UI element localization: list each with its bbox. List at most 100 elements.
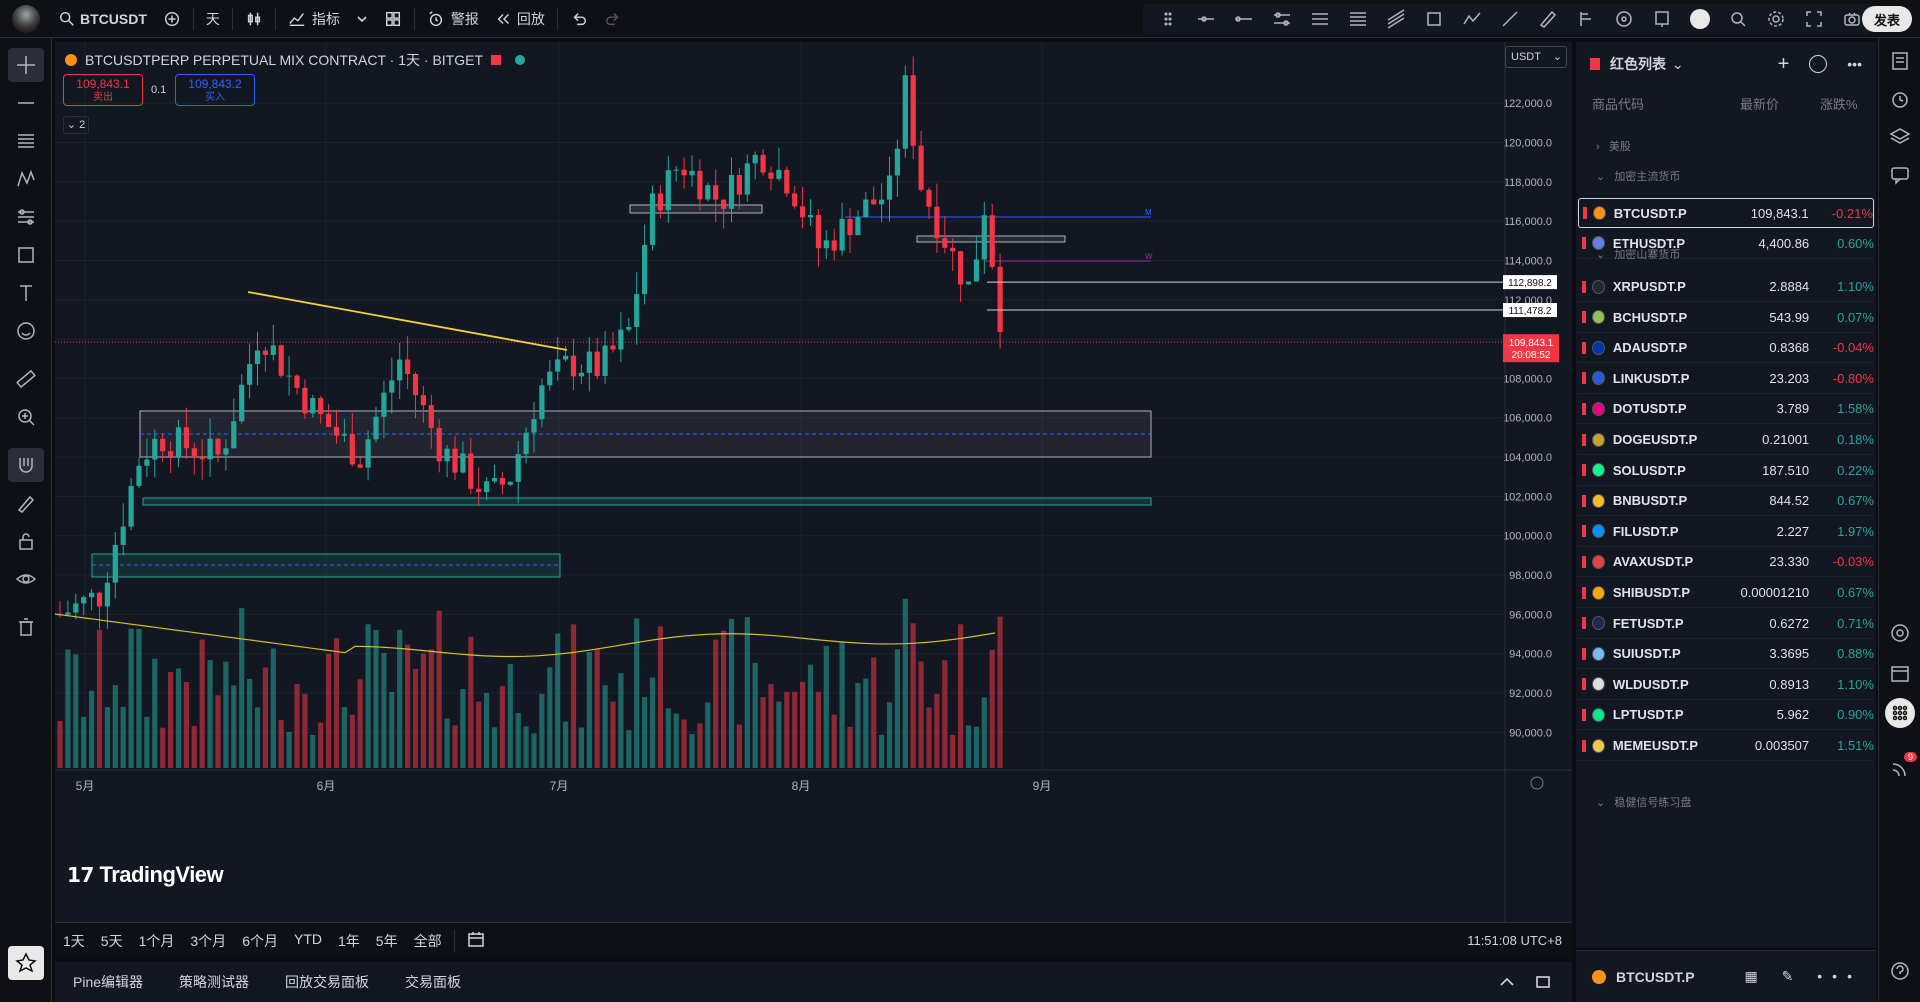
horizontal-ray-tool[interactable] xyxy=(1187,4,1225,34)
settings-button[interactable] xyxy=(1757,4,1795,34)
price-label-tool[interactable] xyxy=(1643,4,1681,34)
list-item[interactable]: SHIBUSDT.P 0.00001210 0.67% xyxy=(1578,578,1874,608)
range-0[interactable]: 1天 xyxy=(55,931,93,951)
layers-toggle[interactable] xyxy=(1885,122,1915,152)
text-tool[interactable] xyxy=(8,276,44,310)
eye-target-tool[interactable] xyxy=(1605,4,1643,34)
brush-tool[interactable] xyxy=(1529,4,1567,34)
remove-tool[interactable] xyxy=(8,610,44,644)
group-stocks[interactable]: › 美股 xyxy=(1596,138,1631,154)
chart-canvas[interactable]: 122,000.0 120,000.0 118,000.0 116,000.0 114,… xyxy=(55,42,1572,922)
list-item[interactable]: BCHUSDT.P 543.99 0.07% xyxy=(1578,303,1874,333)
chevron-up-icon[interactable] xyxy=(1498,973,1516,991)
range-8[interactable]: 全部 xyxy=(406,931,450,951)
flag-icon[interactable] xyxy=(1582,525,1586,538)
favorites-button[interactable] xyxy=(8,946,44,980)
path-tool[interactable] xyxy=(1453,4,1491,34)
alerts-toggle[interactable] xyxy=(1885,84,1915,114)
range-1[interactable]: 5天 xyxy=(93,931,131,951)
flag-icon[interactable] xyxy=(1582,555,1586,568)
col-last[interactable]: 最新价 xyxy=(1740,94,1779,113)
more-icon[interactable]: ••• xyxy=(1847,56,1862,72)
list-item[interactable]: ADAUSDT.P 0.8368 -0.04% xyxy=(1578,333,1874,364)
symbol-search-button[interactable]: BTCUSDT xyxy=(50,4,155,34)
list-item[interactable]: DOTUSDT.P 3.789 1.58% xyxy=(1578,394,1874,425)
flag-icon[interactable] xyxy=(1582,647,1586,660)
apps-toggle[interactable] xyxy=(1885,698,1915,728)
list-item[interactable]: DOGEUSDT.P 0.21001 0.18% xyxy=(1578,425,1874,455)
zoom-tool[interactable] xyxy=(1719,4,1757,34)
tab-strategy-tester[interactable]: 策略测试器 xyxy=(161,972,267,992)
flag-icon[interactable] xyxy=(1582,433,1586,446)
fib-channel-tool[interactable] xyxy=(1377,4,1415,34)
flag-icon[interactable] xyxy=(1582,341,1586,354)
stay-drawing-tool[interactable] xyxy=(8,486,44,520)
maximize-icon[interactable] xyxy=(1534,973,1552,991)
chat-toggle[interactable] xyxy=(1885,160,1915,190)
flag-icon[interactable] xyxy=(1582,237,1586,250)
icon-tool[interactable] xyxy=(8,314,44,348)
line-tool[interactable] xyxy=(8,86,44,120)
fib-tool[interactable] xyxy=(1339,4,1377,34)
notifications-toggle[interactable]: 9 xyxy=(1885,752,1917,784)
list-item[interactable]: XRPUSDT.P 2.8884 1.10% xyxy=(1578,272,1874,302)
list-item[interactable]: WLDUSDT.P 0.8913 1.10% xyxy=(1578,670,1874,700)
list-item[interactable]: FILUSDT.P 2.227 1.97% xyxy=(1578,517,1874,547)
forecast-tool[interactable] xyxy=(8,200,44,234)
flag-icon[interactable] xyxy=(1582,678,1586,691)
alert-button[interactable]: 警报 xyxy=(419,4,487,34)
list-item[interactable]: SOLUSDT.P 187.510 0.22% xyxy=(1578,456,1874,486)
col-change[interactable]: 涨跌% xyxy=(1820,94,1858,113)
flag-icon[interactable] xyxy=(1582,280,1586,293)
list-item[interactable]: SUIUSDT.P 3.3695 0.88% xyxy=(1578,639,1874,670)
hide-tool[interactable] xyxy=(8,562,44,596)
flag-icon[interactable] xyxy=(1582,311,1586,324)
chevron-down-icon[interactable]: ⌄ xyxy=(1672,56,1684,73)
avatar[interactable] xyxy=(12,4,40,33)
group-signals[interactable]: ⌄ 稳健信号练习盘 xyxy=(1596,794,1691,810)
flag-icon[interactable] xyxy=(1582,586,1586,599)
calendar-toggle[interactable] xyxy=(1885,658,1915,688)
redo-button[interactable] xyxy=(596,4,630,34)
flag-icon[interactable] xyxy=(1582,372,1586,385)
lock-tool[interactable] xyxy=(8,524,44,558)
list-item[interactable]: BNBUSDT.P 844.52 0.67% xyxy=(1578,486,1874,517)
publish-button[interactable]: 发表 xyxy=(1861,6,1912,32)
flag-icon[interactable] xyxy=(491,55,502,65)
range-5[interactable]: YTD xyxy=(286,931,330,951)
position-tool[interactable] xyxy=(1567,4,1605,34)
watchlist-toggle[interactable] xyxy=(1885,46,1915,76)
regression-tool[interactable] xyxy=(1301,4,1339,34)
replay-button[interactable]: 回放 xyxy=(487,4,553,34)
flag-icon[interactable] xyxy=(1583,207,1587,219)
drag-handle[interactable] xyxy=(1149,4,1187,34)
interval-button[interactable]: 天 xyxy=(198,4,228,34)
flag-icon[interactable] xyxy=(1582,464,1586,477)
flag-icon[interactable] xyxy=(1582,494,1586,507)
list-item[interactable]: FETUSDT.P 0.6272 0.71% xyxy=(1578,609,1874,639)
crosshair-tool[interactable] xyxy=(8,48,44,82)
buy-button[interactable]: 109,843.2 买入 xyxy=(175,74,255,106)
flag-icon[interactable] xyxy=(1582,617,1586,630)
sell-button[interactable]: 109,843.1 卖出 xyxy=(63,74,143,106)
group-alt[interactable]: ⌄ 加密山寨货币 xyxy=(1596,246,1680,262)
chart-pane[interactable]: 122,000.0 120,000.0 118,000.0 116,000.0 114,… xyxy=(55,42,1572,922)
pie-chart-icon[interactable] xyxy=(1809,55,1828,73)
range-2[interactable]: 1个月 xyxy=(131,931,183,951)
watchlist-title[interactable]: 红色列表 xyxy=(1610,54,1666,74)
collapse-indicators-button[interactable]: ⌄ 2 xyxy=(63,116,89,134)
group-major[interactable]: ⌄ 加密主流货币 xyxy=(1596,168,1680,184)
compare-button[interactable] xyxy=(155,4,189,34)
measure-tool[interactable] xyxy=(8,362,44,396)
layouts-button[interactable] xyxy=(376,4,410,34)
range-6[interactable]: 1年 xyxy=(330,931,368,951)
range-3[interactable]: 3个月 xyxy=(182,931,234,951)
flag-icon[interactable] xyxy=(1582,402,1586,415)
list-item[interactable]: LPTUSDT.P 5.962 0.90% xyxy=(1578,700,1874,731)
rectangle-tool[interactable] xyxy=(1415,4,1453,34)
col-symbol[interactable]: 商品代码 xyxy=(1592,94,1644,113)
zoom-in-tool[interactable] xyxy=(8,400,44,434)
range-4[interactable]: 6个月 xyxy=(234,931,286,951)
help-toggle[interactable] xyxy=(1885,956,1915,986)
clock[interactable]: 11:51:08 UTC+8 xyxy=(1467,933,1562,948)
